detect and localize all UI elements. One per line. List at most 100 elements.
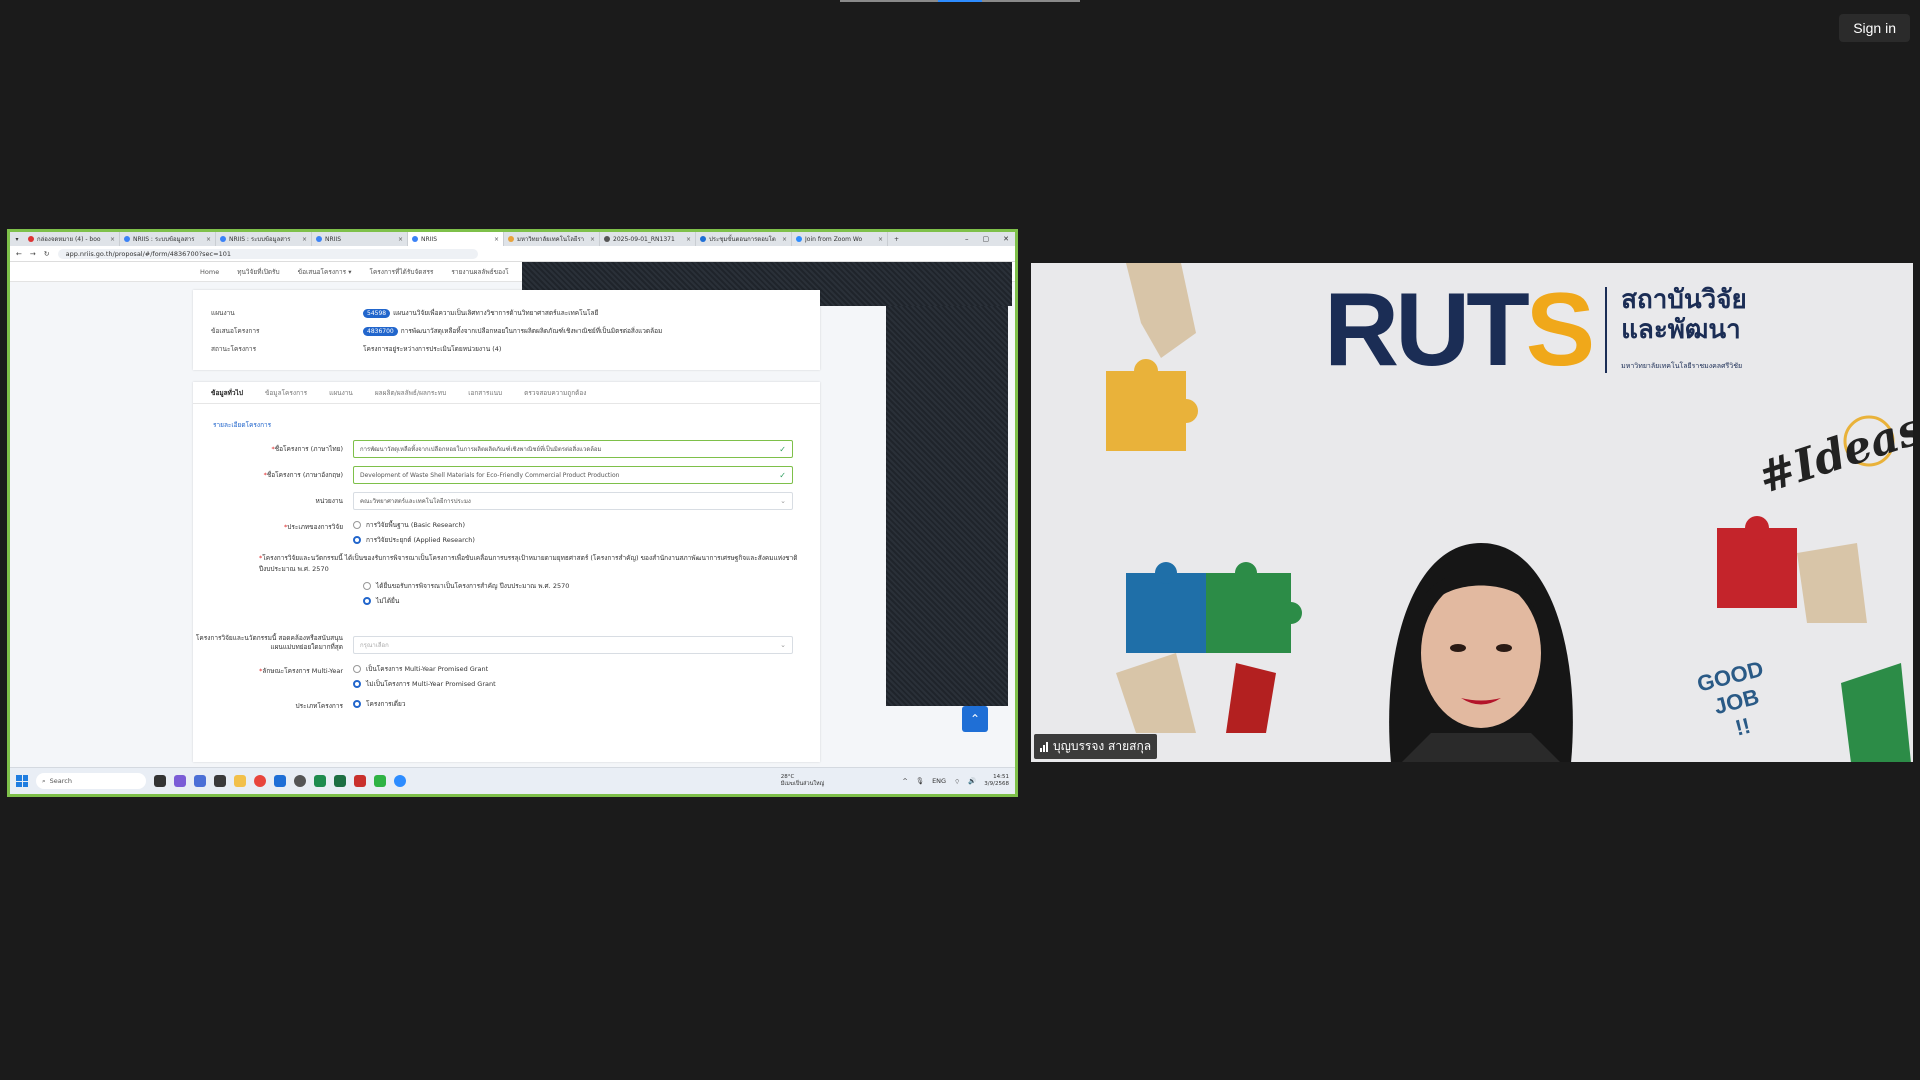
browser-tab[interactable]: NRIIS : ระบบข้อมูลสาร × bbox=[120, 232, 216, 246]
radio-flagship-not-submitted[interactable]: ไม่ได้ยื่น bbox=[363, 596, 820, 606]
check-icon: ✓ bbox=[779, 470, 786, 480]
ruts-logo: RUTS สถาบันวิจัย และพัฒนา มหาวิทยาลัยเทค… bbox=[1324, 272, 1747, 388]
field-project-type: ประเภทโครงการ โครงการเดี่ยว bbox=[295, 699, 406, 710]
unit-select[interactable]: คณะวิทยาศาสตร์และเทคโนโลยีการประมง ⌄ bbox=[353, 492, 793, 510]
name-th-input[interactable]: การพัฒนาวัสดุเหลือทิ้งจากเปลือกหอยในการผ… bbox=[353, 440, 793, 458]
browser-tab[interactable]: 2025-09-01_RN1371 × bbox=[600, 232, 696, 246]
store-icon[interactable] bbox=[214, 775, 226, 787]
tab-outputs[interactable]: ผลผลิต/ผลลัพธ์/ผลกระทบ bbox=[375, 388, 446, 398]
reload-icon[interactable]: ↻ bbox=[44, 250, 50, 258]
radio-applied-research[interactable]: การวิจัยประยุกต์ (Applied Research) bbox=[353, 535, 475, 545]
tab-plan[interactable]: แผนงาน bbox=[329, 388, 353, 398]
address-bar: ← → ↻ app.nriis.go.th/proposal/#/form/48… bbox=[10, 246, 1015, 262]
taskbar-search[interactable]: ⌕ Search bbox=[36, 773, 146, 789]
tab-validation[interactable]: ตรวจสอบความถูกต้อง bbox=[524, 388, 586, 398]
nav-funded-projects[interactable]: โครงการที่ได้รับจัดสรร bbox=[369, 267, 433, 277]
tab-general[interactable]: ข้อมูลทั่วไป bbox=[211, 388, 243, 398]
site-icon bbox=[604, 236, 610, 242]
browser-icon[interactable] bbox=[294, 775, 306, 787]
new-tab-icon[interactable]: + bbox=[888, 236, 899, 243]
taskview-icon[interactable] bbox=[154, 775, 166, 787]
pdf-icon[interactable] bbox=[354, 775, 366, 787]
close-icon[interactable]: × bbox=[878, 236, 883, 243]
excel-icon[interactable] bbox=[334, 775, 346, 787]
proposal-form-card: ข้อมูลทั่วไป ข้อมูลโครงการ แผนงาน ผลผลิต… bbox=[193, 382, 820, 762]
chevron-up-icon[interactable]: ^ bbox=[902, 777, 907, 785]
radio-flagship-submitted[interactable]: ได้ยื่นขอรับการพิจารณาเป็นโครงการสำคัญ ป… bbox=[363, 581, 820, 591]
chrome-icon[interactable] bbox=[254, 775, 266, 787]
zoom-icon[interactable] bbox=[394, 775, 406, 787]
site-icon bbox=[412, 236, 418, 242]
browser-tab[interactable]: กล่องจดหมาย (4) - boo × bbox=[24, 232, 120, 246]
tab-project-info[interactable]: ข้อมูลโครงการ bbox=[265, 388, 307, 398]
participant-name-label: บุญบรรจง สายสกุล bbox=[1034, 734, 1158, 759]
browser-tab[interactable]: NRIIS × bbox=[312, 232, 408, 246]
tab-attachments[interactable]: เอกสารแนบ bbox=[468, 388, 502, 398]
browser-tab[interactable]: NRIIS : ระบบข้อมูลสาร × bbox=[216, 232, 312, 246]
maximize-icon[interactable]: ▢ bbox=[983, 235, 990, 243]
nav-open-grants[interactable]: ทุนวิจัยที่เปิดรับ bbox=[237, 267, 279, 277]
tab-list-icon[interactable]: ▾ bbox=[10, 236, 24, 243]
hand-with-yellow-puzzle bbox=[1106, 263, 1198, 451]
share-indicator bbox=[840, 0, 1080, 2]
name-en-input[interactable]: Development of Waste Shell Materials for… bbox=[353, 466, 793, 484]
close-icon[interactable]: × bbox=[494, 236, 499, 243]
browser-tab-active[interactable]: NRIIS × bbox=[408, 232, 504, 246]
url-field[interactable]: app.nriis.go.th/proposal/#/form/4836700?… bbox=[57, 248, 478, 259]
weather-widget[interactable]: 28°C มีเมฆเป็นส่วนใหญ่ bbox=[781, 774, 825, 788]
participant-person bbox=[1389, 543, 1573, 762]
radio-multi-year-yes[interactable]: เป็นโครงการ Multi-Year Promised Grant bbox=[353, 664, 496, 674]
volume-icon[interactable]: 🔊 bbox=[968, 777, 976, 785]
windows-start-icon[interactable] bbox=[16, 775, 28, 787]
nav-results-report[interactable]: รายงานผลลัพธ์ของโ bbox=[451, 267, 508, 277]
close-icon[interactable]: × bbox=[782, 236, 787, 243]
participant-video-tile: RUTS สถาบันวิจัย และพัฒนา มหาวิทยาลัยเทค… bbox=[1031, 263, 1913, 762]
minimize-icon[interactable]: – bbox=[965, 235, 969, 243]
close-icon[interactable]: × bbox=[302, 236, 307, 243]
sign-in-button[interactable]: Sign in bbox=[1839, 14, 1910, 42]
project-info-card: แผนงาน 54598 แผนงานวิจัยเพื่อความเป็นเลิ… bbox=[193, 290, 820, 370]
wifi-icon[interactable]: ⌔ bbox=[954, 777, 960, 786]
close-icon[interactable]: × bbox=[398, 236, 403, 243]
scroll-to-top-button[interactable]: ⌃ bbox=[962, 706, 988, 732]
site-icon bbox=[316, 236, 322, 242]
back-icon[interactable]: ← bbox=[16, 250, 22, 258]
search-icon: ⌕ bbox=[42, 776, 46, 785]
sheets-icon[interactable] bbox=[314, 775, 326, 787]
mic-icon[interactable]: 🎙 bbox=[916, 777, 924, 785]
browser-tab[interactable]: มหาวิทยาลัยเทคโนโลยีรา × bbox=[504, 232, 600, 246]
field-name-th: *ชื่อโครงการ (ภาษาไทย) การพัฒนาวัสดุเหลื… bbox=[193, 440, 820, 458]
browser-tab[interactable]: ประชุมขั้นตอนการตอบโต × bbox=[696, 232, 792, 246]
radio-basic-research[interactable]: การวิจัยพื้นฐาน (Basic Research) bbox=[353, 520, 475, 530]
field-unit: หน่วยงาน คณะวิทยาศาสตร์และเทคโนโลยีการปร… bbox=[193, 492, 820, 510]
copilot-icon[interactable] bbox=[174, 775, 186, 787]
line-icon[interactable] bbox=[374, 775, 386, 787]
field-multi-year: *ลักษณะโครงการ Multi-Year เป็นโครงการ Mu… bbox=[259, 664, 496, 689]
browser-tab[interactable]: Join from Zoom Wo × bbox=[792, 232, 888, 246]
close-window-icon[interactable]: ✕ bbox=[1003, 235, 1009, 243]
radio-single-project[interactable]: โครงการเดี่ยว bbox=[353, 699, 405, 709]
zoom-icon bbox=[796, 236, 802, 242]
signal-icon bbox=[1040, 741, 1048, 752]
radio-multi-year-no[interactable]: ไม่เป็นโครงการ Multi-Year Promised Grant bbox=[353, 679, 496, 689]
language-indicator[interactable]: ENG bbox=[932, 777, 946, 785]
section-title: รายละเอียดโครงการ bbox=[213, 421, 272, 429]
plan-id-badge: 54598 bbox=[363, 308, 391, 318]
folder-icon[interactable] bbox=[234, 775, 246, 787]
close-icon[interactable]: × bbox=[590, 236, 595, 243]
blue-green-puzzle bbox=[1116, 562, 1302, 733]
nav-home[interactable]: Home bbox=[200, 268, 219, 276]
teams-icon[interactable] bbox=[194, 775, 206, 787]
good-job-text: GOOD JOB !! bbox=[1694, 656, 1766, 741]
forward-icon[interactable]: → bbox=[30, 250, 36, 258]
close-icon[interactable]: × bbox=[206, 236, 211, 243]
taskbar-clock[interactable]: 14:51 3/9/2568 bbox=[984, 774, 1009, 788]
support-plan-select[interactable]: กรุณาเลือก ⌄ bbox=[353, 636, 793, 654]
close-icon[interactable]: × bbox=[110, 236, 115, 243]
site-icon bbox=[508, 236, 514, 242]
proposal-id-badge: 4836700 bbox=[363, 326, 398, 336]
chevron-down-icon: ⌄ bbox=[780, 497, 786, 505]
close-icon[interactable]: × bbox=[686, 236, 691, 243]
outlook-icon[interactable] bbox=[274, 775, 286, 787]
nav-proposals[interactable]: ข้อเสนอโครงการ ▾ bbox=[298, 267, 352, 277]
